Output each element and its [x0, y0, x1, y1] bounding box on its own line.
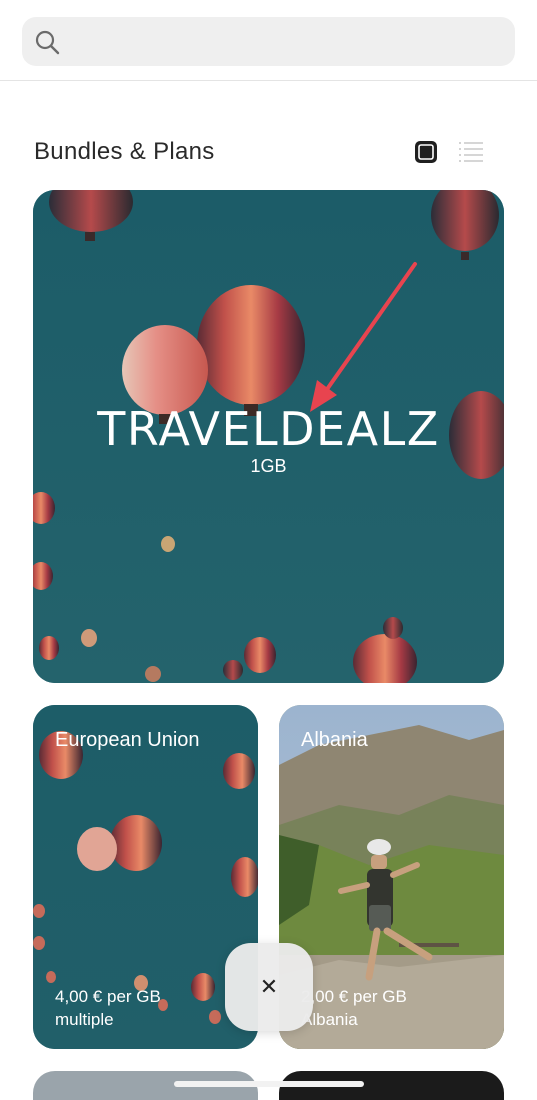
card-title: Albania — [301, 729, 368, 751]
grid-view-icon[interactable] — [414, 140, 438, 164]
card-price-value: 4,00 € per GB — [55, 987, 161, 1006]
list-view-icon[interactable] — [458, 140, 484, 164]
close-icon: ✕ — [259, 974, 279, 999]
search-icon — [35, 30, 60, 55]
card-price-value: 2,00 € per GB — [301, 987, 407, 1006]
home-indicator — [174, 1081, 364, 1087]
card-price-note: Albania — [301, 1010, 358, 1029]
close-button[interactable]: ✕ — [225, 943, 313, 1031]
header-divider — [0, 80, 537, 81]
search-bar[interactable] — [22, 17, 515, 66]
card-price: 2,00 € per GB Albania — [301, 985, 407, 1031]
hero-card-title: TRAVELDEALZ — [97, 402, 440, 456]
search-input[interactable] — [72, 17, 501, 66]
hero-bundle-card[interactable]: TRAVELDEALZ 1GB — [33, 190, 504, 683]
card-title: European Union — [55, 729, 200, 751]
card-price: 4,00 € per GB multiple — [55, 985, 161, 1031]
hero-card-subtitle: 1GB — [250, 456, 287, 476]
card-price-note: multiple — [55, 1010, 114, 1029]
section-title: Bundles & Plans — [34, 138, 215, 165]
